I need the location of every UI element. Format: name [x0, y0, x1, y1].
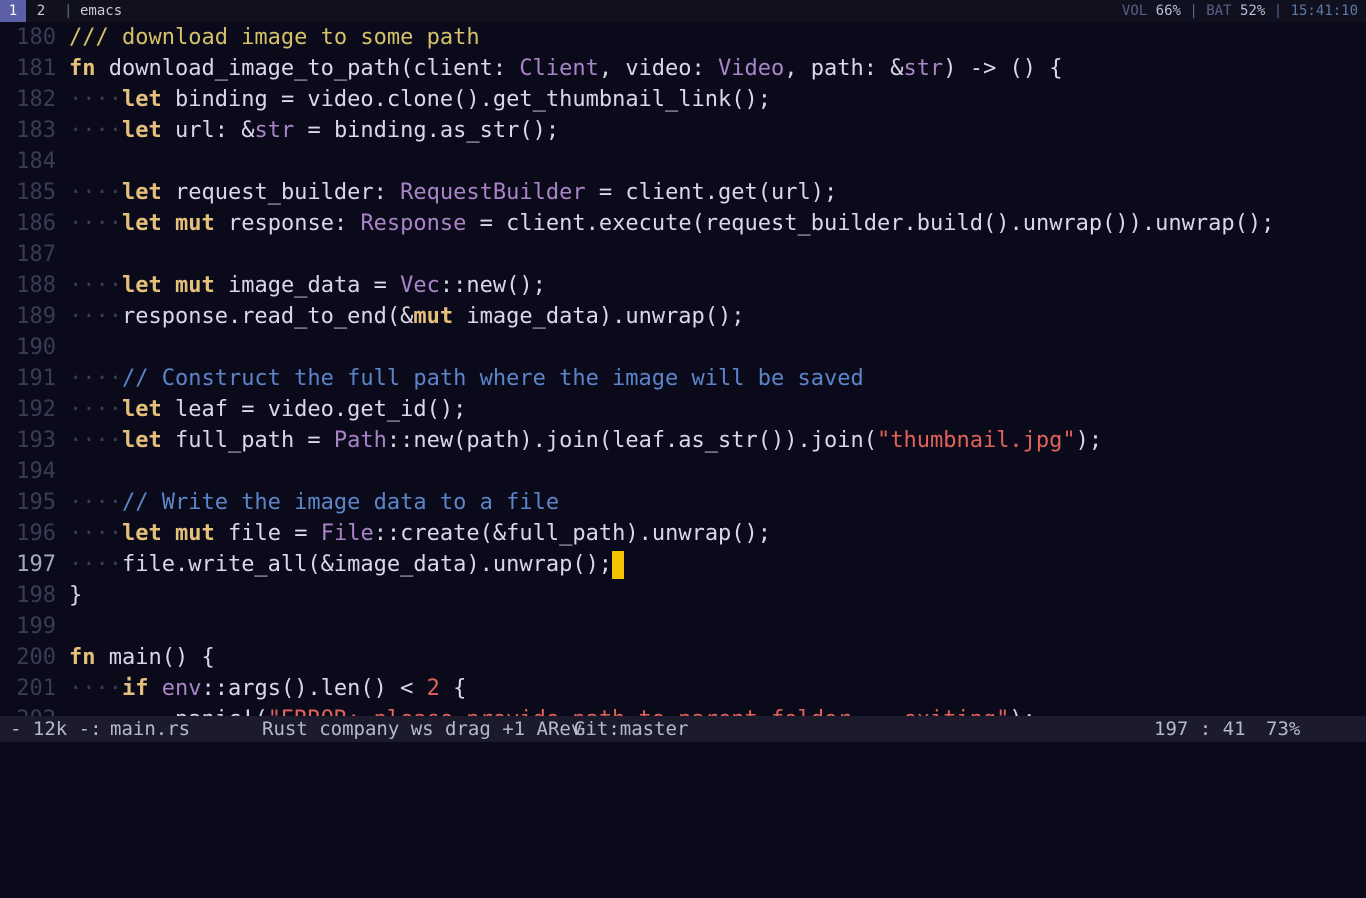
line-number: 190 — [16, 335, 56, 360]
code-line[interactable]: 192 ····let leaf = video.get_id(); — [0, 394, 1366, 425]
line-number: 192 — [16, 397, 56, 422]
line-number: 198 — [16, 583, 56, 608]
code-line[interactable]: 187 — [0, 239, 1366, 270]
code-line[interactable]: 197 ····file.write_all(&image_data).unwra… — [0, 549, 1366, 580]
line-number: 188 — [16, 273, 56, 298]
code-text[interactable]: ····response.read_to_end(&mut image_data… — [69, 301, 745, 332]
line-number: 183 — [16, 118, 56, 143]
code-line[interactable]: 181 fn download_image_to_path(client: Cli… — [0, 53, 1366, 84]
code-text[interactable]: ····let mut response: Response = client.… — [69, 208, 1274, 239]
code-text[interactable]: ····let mut image_data = Vec::new(); — [69, 270, 546, 301]
text-cursor — [612, 551, 625, 579]
major-minor-modes[interactable]: Rust company ws drag +1 ARev — [262, 716, 582, 742]
line-number: 182 — [16, 87, 56, 112]
code-line[interactable]: 185 ····let request_builder: RequestBuild… — [0, 177, 1366, 208]
code-text[interactable]: ····// Construct the full path where the… — [69, 363, 864, 394]
code-text[interactable]: ····let full_path = Path::new(path).join… — [69, 425, 1102, 456]
workspace-1-button[interactable]: 1 — [0, 0, 26, 22]
workspace-2-button[interactable]: 2 — [28, 0, 54, 22]
topbar-separator: | — [64, 3, 73, 19]
vcs-branch[interactable]: Git:master — [574, 716, 688, 742]
line-number: 180 — [16, 25, 56, 50]
code-line[interactable]: 182 ····let binding = video.clone().get_t… — [0, 84, 1366, 115]
volume-label: VOL — [1121, 3, 1148, 19]
mode-line: - 12k -: main.rs Rust company ws drag +1… — [0, 716, 1366, 742]
code-text[interactable]: ····let url: &str = binding.as_str(); — [69, 115, 559, 146]
code-text[interactable]: ····let leaf = video.get_id(); — [69, 394, 466, 425]
code-line[interactable]: 180 /// download image to some path — [0, 22, 1366, 53]
line-number: 187 — [16, 242, 56, 267]
line-number: 200 — [16, 645, 56, 670]
buffer-percent: 73% — [1266, 718, 1301, 740]
line-number: 201 — [16, 676, 56, 701]
system-status: VOL 66% | BAT 52% | 15:41:10 — [1121, 3, 1358, 19]
code-line[interactable]: 201 ····if env::args().len() < 2 { — [0, 673, 1366, 704]
code-text[interactable]: fn download_image_to_path(client: Client… — [69, 53, 1062, 84]
code-line[interactable]: 183 ····let url: &str = binding.as_str(); — [0, 115, 1366, 146]
code-text[interactable]: /// download image to some path — [69, 22, 480, 53]
code-text[interactable]: ····if env::args().len() < 2 { — [69, 673, 466, 704]
line-number: 189 — [16, 304, 56, 329]
line-number: 195 — [16, 490, 56, 515]
clock: 15:41:10 — [1290, 3, 1358, 19]
code-line[interactable]: 188 ····let mut image_data = Vec::new(); — [0, 270, 1366, 301]
line-number: 199 — [16, 614, 56, 639]
code-text[interactable]: fn main() { — [69, 642, 215, 673]
code-editor[interactable]: 180 /// download image to some path 181 fn … — [0, 22, 1366, 716]
minibuffer[interactable] — [0, 742, 1366, 768]
code-text[interactable]: } — [69, 580, 82, 611]
code-line[interactable]: 186 ····let mut response: Response = clie… — [0, 208, 1366, 239]
code-text[interactable]: ····let request_builder: RequestBuilder … — [69, 177, 837, 208]
line-number: 191 — [16, 366, 56, 391]
code-line[interactable]: 193 ····let full_path = Path::new(path).j… — [0, 425, 1366, 456]
code-text[interactable]: ····// Write the image data to a file — [69, 487, 559, 518]
volume-value: 66% — [1155, 3, 1181, 19]
line-number: 196 — [16, 521, 56, 546]
code-line[interactable]: 190 — [0, 332, 1366, 363]
code-line[interactable]: 191 ····// Construct the full path where … — [0, 363, 1366, 394]
code-text[interactable]: ····file.write_all(&image_data).unwrap()… — [69, 549, 625, 580]
code-line[interactable]: 195 ····// Write the image data to a file — [0, 487, 1366, 518]
line-number: 184 — [16, 149, 56, 174]
code-line[interactable]: 194 — [0, 456, 1366, 487]
line-number: 186 — [16, 211, 56, 236]
battery-label: BAT — [1206, 3, 1232, 19]
line-number: 181 — [16, 56, 56, 81]
top-status-bar: 1 2 | emacs VOL 66% | BAT 52% | 15:41:10 — [0, 0, 1366, 22]
code-text[interactable]: ····let mut file = File::create(&full_pa… — [69, 518, 771, 549]
line-number: 202 — [0, 704, 56, 716]
line-number: 193 — [16, 428, 56, 453]
code-line[interactable]: 198} — [0, 580, 1366, 611]
line-number: 197 — [16, 552, 56, 577]
code-line[interactable]: 189 ····response.read_to_end(&mut image_d… — [0, 301, 1366, 332]
code-line[interactable]: 202 ········panic!("ERROR: please provide… — [0, 704, 1366, 716]
cursor-position: 197 : 41 — [1154, 718, 1246, 740]
code-line[interactable]: 200 fn main() { — [0, 642, 1366, 673]
code-text[interactable]: ····let binding = video.clone().get_thum… — [69, 84, 771, 115]
line-number: 185 — [16, 180, 56, 205]
line-number: 194 — [16, 459, 56, 484]
window-title: emacs — [80, 3, 123, 19]
code-line[interactable]: 184 — [0, 146, 1366, 177]
battery-value: 52% — [1239, 3, 1266, 19]
buffer-name[interactable]: main.rs — [110, 716, 190, 742]
code-line[interactable]: 199 — [0, 611, 1366, 642]
code-line[interactable]: 196 ····let mut file = File::create(&full… — [0, 518, 1366, 549]
code-text[interactable]: ········panic!("ERROR: please provide pa… — [69, 704, 1036, 716]
buffer-state: - 12k -: — [10, 718, 102, 740]
